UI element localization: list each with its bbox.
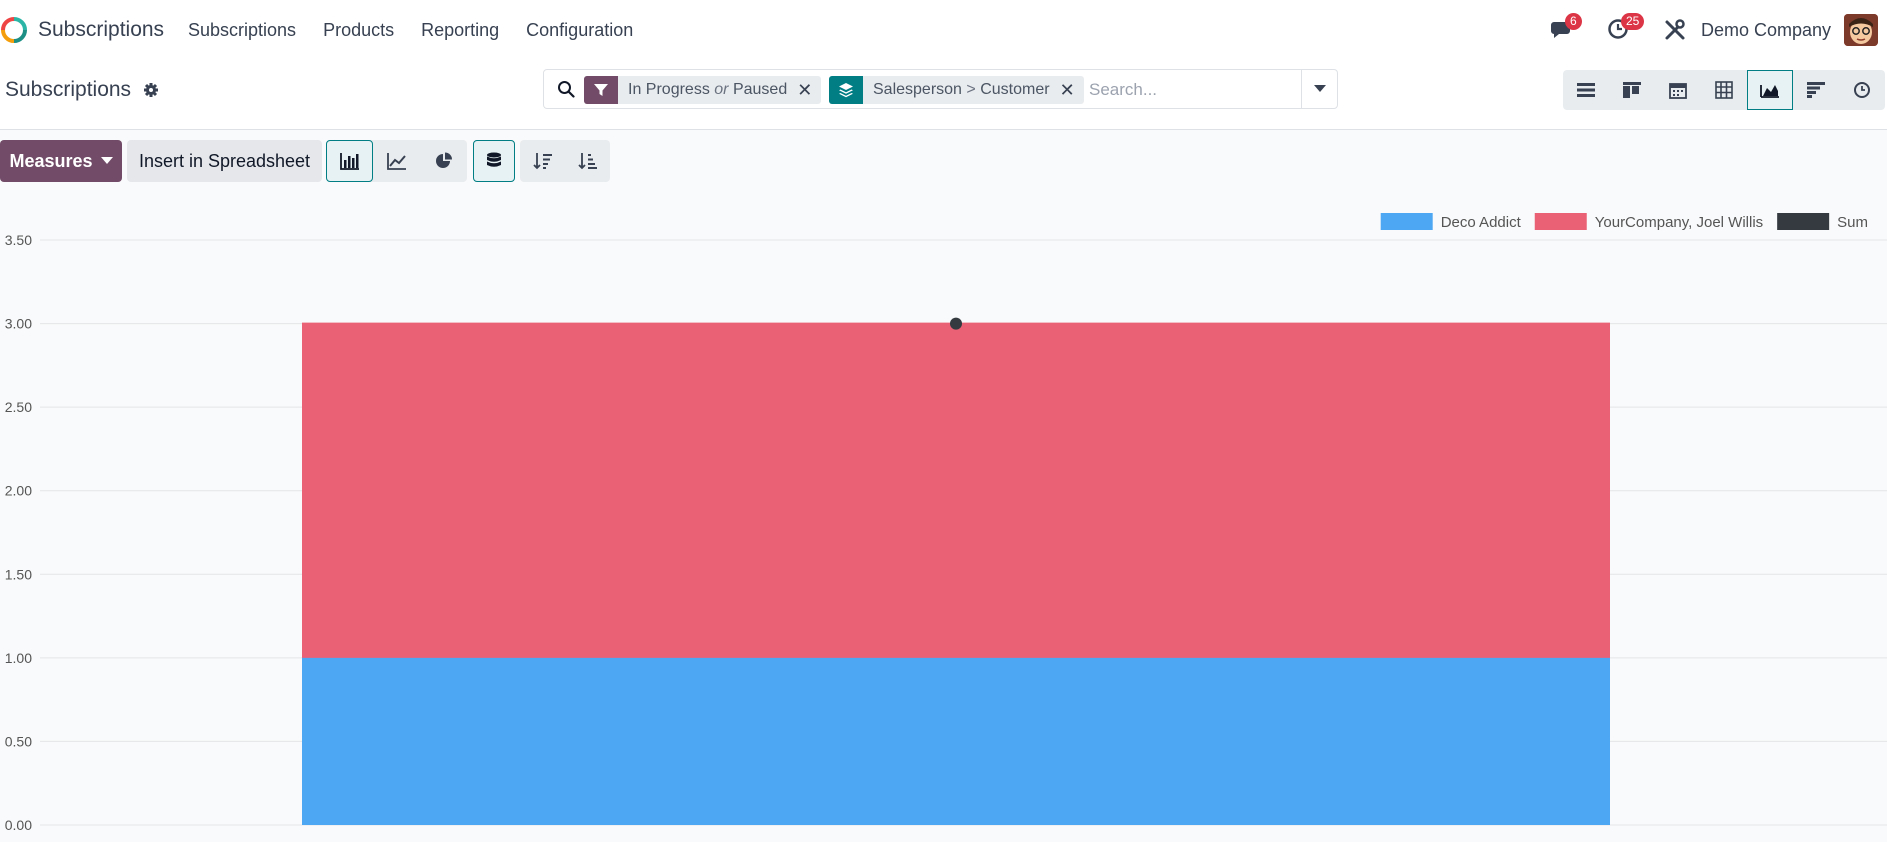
- measures-button[interactable]: Measures: [0, 140, 122, 182]
- activity-view-icon: [1854, 82, 1870, 98]
- gear-icon[interactable]: [143, 82, 159, 98]
- kanban-view-button[interactable]: [1609, 70, 1655, 110]
- legend-label-0[interactable]: Deco Addict: [1441, 214, 1522, 231]
- area-series-0[interactable]: [302, 657, 1610, 825]
- activities-badge: 25: [1621, 13, 1645, 30]
- debug-tools-button[interactable]: [1664, 19, 1686, 46]
- graph-view-button[interactable]: [1747, 70, 1793, 110]
- y-tick-label: 0.50: [5, 733, 32, 749]
- line-chart-icon: [386, 153, 406, 170]
- main-menu: Subscriptions Products Reporting Configu…: [188, 20, 660, 41]
- sort-descending-button[interactable]: [520, 140, 565, 182]
- breadcrumb: Subscriptions: [5, 78, 159, 102]
- caret-down-icon: [100, 157, 113, 164]
- legend-swatch-0[interactable]: [1380, 213, 1433, 230]
- insert-spreadsheet-button[interactable]: Insert in Spreadsheet: [127, 140, 322, 182]
- groupby-facet[interactable]: Salesperson > Customer ✕: [829, 76, 1084, 104]
- remove-groupby-facet-icon[interactable]: ✕: [1060, 80, 1084, 101]
- y-tick-label: 2.00: [5, 483, 32, 499]
- activity-view-button[interactable]: [1839, 70, 1885, 110]
- menu-item-configuration[interactable]: Configuration: [526, 20, 633, 41]
- user-avatar[interactable]: [1844, 14, 1878, 46]
- legend-label-1[interactable]: YourCompany, Joel Willis: [1595, 214, 1763, 231]
- control-panel: Subscriptions In Progress or Paused ✕ Sa…: [0, 60, 1887, 130]
- pivot-view-button[interactable]: [1701, 70, 1747, 110]
- y-tick-label: 2.50: [5, 399, 32, 415]
- y-tick-label: 1.00: [5, 650, 32, 666]
- measures-label: Measures: [9, 150, 93, 171]
- y-tick-label: 3.50: [5, 232, 32, 248]
- page-title: Subscriptions: [5, 78, 132, 101]
- search-input[interactable]: [1089, 76, 1289, 104]
- graph-area: 0.00 0.50 1.00 1.50 2.00 2.50 3.00 3.50 Deco Add…: [0, 200, 1887, 837]
- line-chart-button[interactable]: [373, 140, 420, 182]
- company-switcher[interactable]: Demo Company: [1701, 20, 1831, 41]
- sort-ascending-button[interactable]: [565, 140, 610, 182]
- search-options-toggle[interactable]: [1301, 70, 1337, 108]
- legend-swatch-2[interactable]: [1777, 213, 1830, 230]
- list-view-button[interactable]: [1563, 70, 1609, 110]
- messages-button[interactable]: 6: [1550, 13, 1582, 45]
- legend-swatch-1[interactable]: [1534, 213, 1587, 230]
- legend-label-2[interactable]: Sum: [1837, 214, 1868, 231]
- database-icon: [487, 152, 501, 167]
- cohort-view-icon: [1807, 82, 1825, 98]
- list-view-icon: [1577, 83, 1595, 97]
- caret-down-icon: [1313, 85, 1326, 92]
- y-tick-label: 3.00: [5, 316, 32, 332]
- calendar-view-icon: [1669, 83, 1687, 99]
- groupby-facet-value-1: Salesperson: [873, 81, 962, 98]
- messages-badge: 6: [1565, 13, 1582, 30]
- layers-icon: [829, 76, 863, 104]
- groupby-facet-separator: >: [966, 81, 976, 98]
- stacked-toggle-button[interactable]: [473, 140, 515, 182]
- filter-facet-value-1: In Progress: [628, 81, 710, 98]
- cohort-view-button[interactable]: [1793, 70, 1839, 110]
- tools-icon: [1665, 19, 1685, 40]
- calendar-view-button[interactable]: [1655, 70, 1701, 110]
- activities-button[interactable]: 25: [1607, 13, 1645, 45]
- sort-ascending-icon: [577, 153, 597, 170]
- app-name[interactable]: Subscriptions: [38, 18, 164, 42]
- y-tick-label: 0.00: [5, 817, 32, 833]
- graph-view-icon: [1760, 85, 1779, 98]
- filter-facet[interactable]: In Progress or Paused ✕: [584, 76, 822, 104]
- search-icon[interactable]: [557, 80, 575, 98]
- bar-chart-icon: [339, 153, 359, 170]
- pivot-view-icon: [1715, 81, 1733, 99]
- menu-item-subscriptions[interactable]: Subscriptions: [188, 20, 296, 41]
- stacked-area-chart: 0.00 0.50 1.00 1.50 2.00 2.50 3.00 3.50 Deco Add…: [5, 213, 1887, 833]
- insert-spreadsheet-label: Insert in Spreadsheet: [138, 150, 311, 171]
- search-bar: In Progress or Paused ✕ Salesperson > Cu…: [543, 69, 1338, 109]
- area-series-1[interactable]: [302, 323, 1610, 658]
- filter-facet-value-2: Paused: [732, 81, 788, 98]
- pie-chart-button[interactable]: [420, 140, 467, 182]
- sum-point[interactable]: [950, 317, 962, 330]
- kanban-view-icon: [1623, 82, 1641, 98]
- menu-item-products[interactable]: Products: [323, 20, 394, 41]
- pie-chart-icon: [435, 152, 452, 168]
- view-switcher: [1563, 70, 1885, 110]
- subscriptions-app-icon[interactable]: [0, 16, 28, 44]
- top-navbar: Subscriptions Subscriptions Products Rep…: [0, 0, 1887, 60]
- bar-chart-button[interactable]: [326, 140, 373, 182]
- remove-filter-facet-icon[interactable]: ✕: [797, 80, 821, 101]
- filter-icon: [584, 76, 618, 104]
- filter-facet-separator: or: [714, 81, 729, 98]
- groupby-facet-value-2: Customer: [980, 81, 1050, 98]
- sort-group: [520, 140, 610, 182]
- menu-item-reporting[interactable]: Reporting: [421, 20, 499, 41]
- chart-type-group: [326, 140, 467, 182]
- sort-descending-icon: [532, 153, 552, 170]
- stacked-toggle-group: [473, 140, 515, 182]
- y-tick-label: 1.50: [5, 566, 32, 582]
